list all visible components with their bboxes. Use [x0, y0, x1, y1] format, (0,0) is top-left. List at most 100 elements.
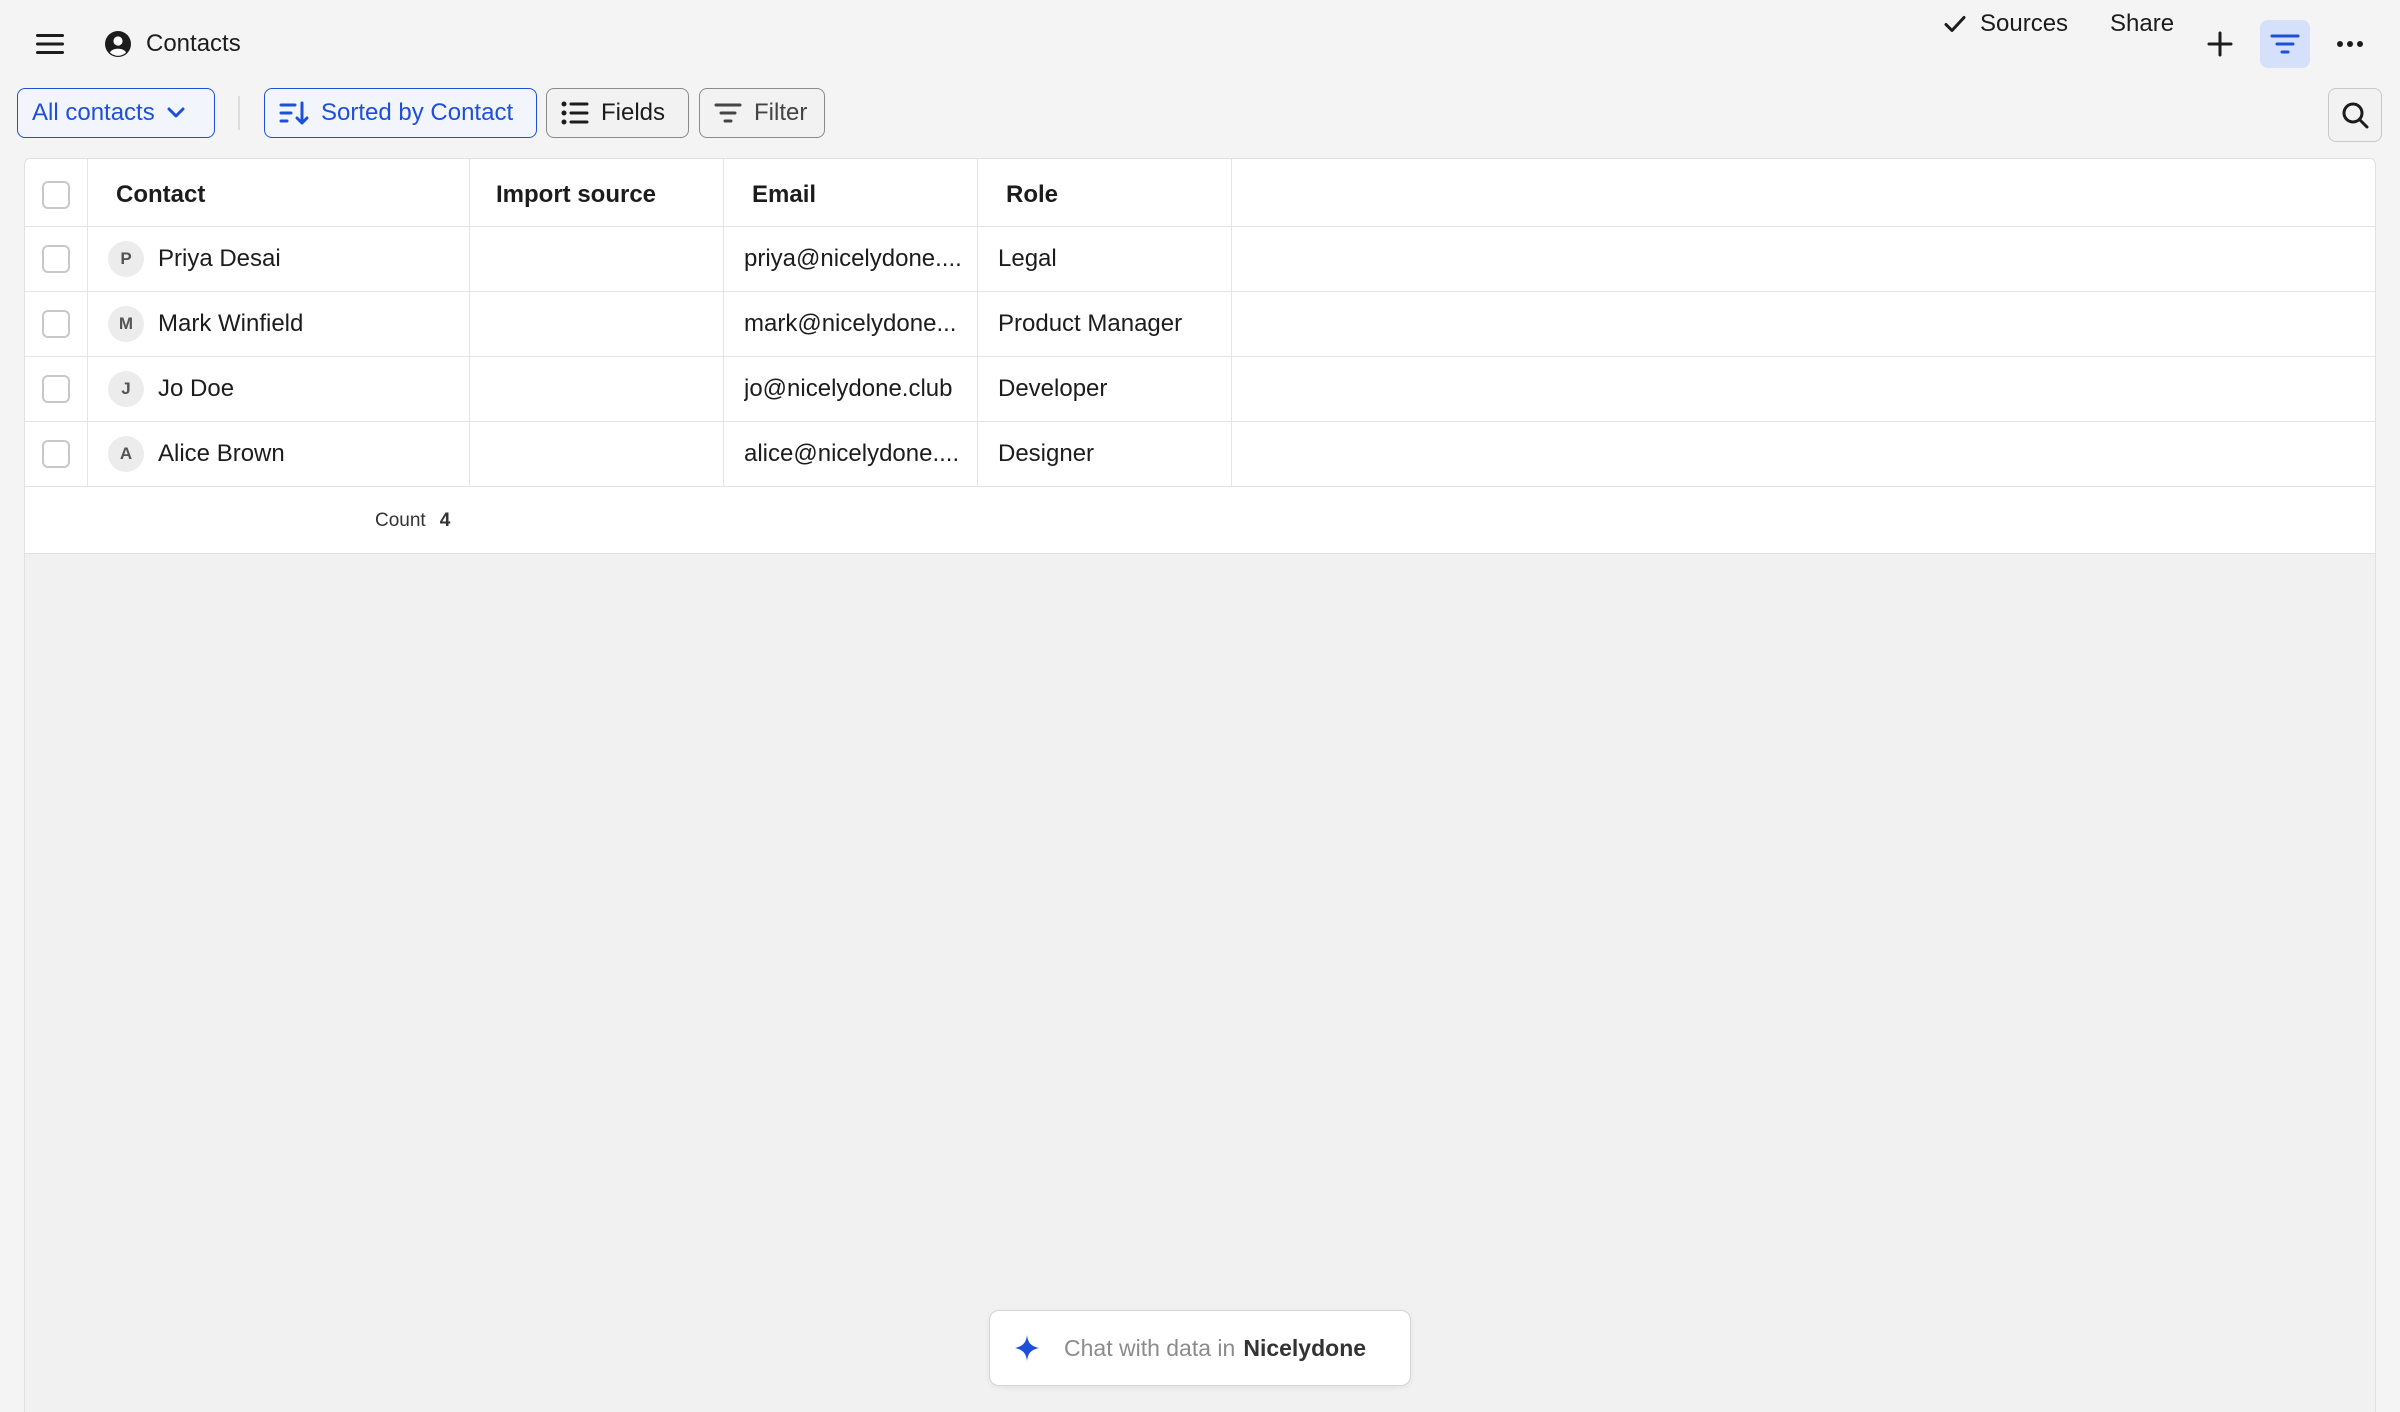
more-horizontal-icon: [2337, 41, 2363, 47]
view-toolbar: All contacts Sorted by Contact Fields Fi…: [0, 88, 2400, 142]
contact-name: Jo Doe: [158, 375, 235, 402]
contact-cell[interactable]: A Alice Brown: [88, 422, 470, 486]
select-all-checkbox[interactable]: [42, 180, 70, 209]
contact-name: Mark Winfield: [158, 310, 304, 337]
email-text: mark@nicelydone...: [744, 310, 957, 337]
avatar: M: [108, 306, 144, 342]
share-button[interactable]: Share: [2110, 0, 2174, 48]
page-title: Contacts: [146, 30, 241, 57]
role-text: Designer: [998, 440, 1095, 467]
import-source-cell[interactable]: [470, 422, 724, 486]
avatar: J: [108, 371, 144, 407]
sort-icon: [279, 101, 309, 125]
menu-icon: [36, 34, 64, 54]
sort-label: Sorted by Contact: [321, 99, 514, 126]
chat-with-data-button[interactable]: Chat with data in Nicelydone: [989, 1310, 1411, 1386]
contact-cell[interactable]: P Priya Desai: [88, 227, 470, 291]
view-selector-label: All contacts: [32, 99, 155, 126]
top-bar: Contacts Sources Share: [0, 0, 2400, 88]
row-select-cell: [25, 357, 88, 421]
role-cell[interactable]: Product Manager: [978, 292, 1232, 356]
email-cell[interactable]: priya@nicelydone....: [724, 227, 978, 291]
table-row[interactable]: A Alice Brown alice@nicelydone.... Desig…: [25, 422, 2375, 487]
row-checkbox[interactable]: [42, 375, 70, 403]
more-button[interactable]: [2324, 20, 2376, 68]
sources-label: Sources: [1980, 10, 2069, 37]
contact-name: Priya Desai: [158, 245, 281, 272]
contact-name: Alice Brown: [158, 440, 285, 467]
row-select-cell: [25, 227, 88, 291]
list-icon: [561, 101, 589, 125]
select-all-cell: [25, 159, 88, 226]
row-checkbox[interactable]: [42, 440, 70, 468]
row-select-cell: [25, 422, 88, 486]
sort-button[interactable]: Sorted by Contact: [264, 88, 537, 138]
role-cell[interactable]: Developer: [978, 357, 1232, 421]
empty-cell: [1232, 292, 2375, 356]
table-footer: Count 4: [25, 489, 2375, 553]
filter-lines-icon: [2270, 34, 2300, 54]
column-header-import-source[interactable]: Import source: [470, 159, 724, 226]
contacts-table: Contact Import source Email Role P Priya…: [24, 158, 2376, 554]
row-checkbox[interactable]: [42, 245, 70, 273]
filter-lines-icon: [714, 103, 742, 123]
toolbar-divider: [238, 96, 240, 130]
empty-cell: [1232, 422, 2375, 486]
chevron-down-icon: [167, 107, 185, 118]
table-row[interactable]: M Mark Winfield mark@nicelydone... Produ…: [25, 292, 2375, 357]
avatar: P: [108, 241, 144, 277]
import-source-cell[interactable]: [470, 357, 724, 421]
role-cell[interactable]: Designer: [978, 422, 1232, 486]
count-label: Count: [375, 510, 426, 531]
email-cell[interactable]: mark@nicelydone...: [724, 292, 978, 356]
search-icon: [2342, 102, 2369, 129]
count-summary[interactable]: Count 4: [375, 489, 450, 553]
empty-table-area: [24, 554, 2376, 1412]
table-header: Contact Import source Email Role: [25, 159, 2375, 227]
breadcrumb[interactable]: Contacts: [104, 24, 241, 64]
add-button[interactable]: [2196, 20, 2244, 68]
column-header-email[interactable]: Email: [724, 159, 978, 226]
contact-cell[interactable]: J Jo Doe: [88, 357, 470, 421]
role-text: Legal: [998, 245, 1057, 272]
sources-button[interactable]: Sources: [1944, 0, 2068, 48]
email-cell[interactable]: alice@nicelydone....: [724, 422, 978, 486]
avatar: A: [108, 436, 144, 472]
search-button[interactable]: [2328, 88, 2382, 142]
chat-brand: Nicelydone: [1243, 1334, 1367, 1361]
user-circle-icon: [105, 31, 131, 57]
contact-cell[interactable]: M Mark Winfield: [88, 292, 470, 356]
table-row[interactable]: J Jo Doe jo@nicelydone.club Developer: [25, 357, 2375, 422]
count-value: 4: [439, 510, 451, 531]
column-header-empty: [1232, 159, 2375, 226]
filter-label: Filter: [754, 99, 808, 126]
import-source-cell[interactable]: [470, 292, 724, 356]
share-label: Share: [2110, 10, 2175, 37]
view-selector[interactable]: All contacts: [17, 88, 215, 138]
table-row[interactable]: P Priya Desai priya@nicelydone.... Legal: [25, 227, 2375, 292]
email-text: alice@nicelydone....: [744, 440, 960, 467]
email-text: priya@nicelydone....: [744, 245, 962, 272]
plus-icon: [2207, 31, 2233, 57]
column-header-role[interactable]: Role: [978, 159, 1232, 226]
row-checkbox[interactable]: [42, 310, 70, 338]
email-cell[interactable]: jo@nicelydone.club: [724, 357, 978, 421]
chat-prefix: Chat with data in: [1064, 1334, 1236, 1361]
sparkle-icon: [1015, 1335, 1039, 1361]
filter-button[interactable]: Filter: [699, 88, 825, 138]
email-text: jo@nicelydone.club: [744, 375, 953, 402]
check-icon: [1944, 16, 1966, 32]
row-select-cell: [25, 292, 88, 356]
menu-button[interactable]: [28, 22, 72, 66]
import-source-cell[interactable]: [470, 227, 724, 291]
empty-cell: [1232, 227, 2375, 291]
view-options-button[interactable]: [2260, 20, 2310, 68]
chat-prompt-text: Chat with data in Nicelydone: [1064, 1335, 1366, 1362]
role-text: Developer: [998, 375, 1108, 402]
fields-label: Fields: [601, 99, 666, 126]
role-text: Product Manager: [998, 310, 1183, 337]
empty-cell: [1232, 357, 2375, 421]
column-header-contact[interactable]: Contact: [88, 159, 470, 226]
role-cell[interactable]: Legal: [978, 227, 1232, 291]
fields-button[interactable]: Fields: [546, 88, 689, 138]
